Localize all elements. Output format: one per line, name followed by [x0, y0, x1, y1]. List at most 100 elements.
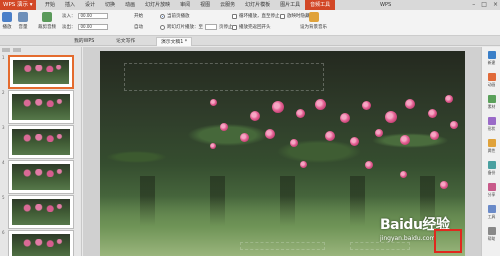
- trim-audio-button[interactable]: 裁剪音频: [38, 12, 56, 30]
- music-icon: [308, 12, 319, 22]
- toolbar-icon: [487, 73, 496, 81]
- menu-tab[interactable]: 幻灯片放映: [140, 0, 175, 10]
- fade-in-field: 淡入： 00.00: [62, 13, 108, 19]
- right-toolbar-item[interactable]: 备份: [482, 161, 500, 176]
- title-placeholder[interactable]: [124, 63, 324, 91]
- outline-view-tab[interactable]: [13, 48, 21, 52]
- option-loop[interactable]: 循环播放，直至停止: [232, 13, 280, 19]
- thumbnail-image: [12, 199, 70, 225]
- option-cross-slides[interactable]: 跨幻灯片播放：至 页停止: [160, 24, 233, 30]
- app-name: WPS 演示: [3, 2, 28, 8]
- rose-flower: [220, 123, 228, 131]
- toolbar-icon: [487, 205, 496, 213]
- slide-thumbnail[interactable]: [8, 230, 74, 256]
- slide-thumbnail[interactable]: [8, 160, 74, 194]
- slide-thumbnail-row: 4: [2, 160, 74, 194]
- minimize-icon[interactable]: –: [472, 0, 475, 10]
- option-rewind[interactable]: 播放完返回开头: [232, 24, 271, 30]
- menu-tab[interactable]: 动画: [120, 0, 140, 10]
- menu-tab[interactable]: 视图: [195, 0, 215, 10]
- tab-presentation[interactable]: 演示文稿1 *: [156, 37, 193, 46]
- play-button[interactable]: 播放: [2, 12, 12, 30]
- page-number-placeholder[interactable]: [350, 242, 410, 250]
- menu-tab[interactable]: 幻灯片模板: [240, 0, 275, 10]
- menu-tabs: 开始 插入 设计 切换 动画 幻灯片放映 审阅 视图 云服务 幻灯片模板 图片工具 音频工具: [40, 0, 336, 10]
- start-mode-select[interactable]: 自动: [134, 24, 143, 30]
- toolbar-label: 属性: [487, 148, 496, 153]
- app-menu-button[interactable]: WPS 演示 ▾: [0, 0, 36, 10]
- right-toolbar-item[interactable]: 新建: [482, 51, 500, 66]
- volume-button[interactable]: 音量: [18, 12, 28, 30]
- maximize-icon[interactable]: □: [481, 0, 487, 10]
- rose-flower: [400, 171, 407, 178]
- stop-page-input[interactable]: [205, 24, 217, 30]
- checkbox-loop[interactable]: [232, 13, 237, 19]
- thumbnail-image: [12, 234, 70, 256]
- close-icon[interactable]: ×: [493, 0, 498, 10]
- window-controls: – □ ×: [472, 0, 498, 10]
- rose-flower: [340, 113, 350, 123]
- rose-flower: [400, 135, 410, 145]
- right-toolbar-item[interactable]: 分享: [482, 183, 500, 198]
- menu-tab[interactable]: 插入: [60, 0, 80, 10]
- right-toolbar-item[interactable]: 帮助: [482, 227, 500, 242]
- document-tabs: 我的WPS 论文写作 演示文稿1 *: [0, 36, 500, 46]
- toolbar-label: 素材: [487, 104, 496, 109]
- checkbox-rewind[interactable]: [232, 24, 237, 30]
- slide-thumbnail[interactable]: [8, 90, 74, 124]
- rose-flower: [290, 139, 298, 147]
- toolbar-label: 新建: [487, 60, 496, 65]
- slide-thumbnail[interactable]: [8, 195, 74, 229]
- rose-flower: [265, 129, 275, 139]
- menu-tab[interactable]: 设计: [80, 0, 100, 10]
- thumbnail-image: [12, 94, 70, 120]
- rose-flower: [350, 137, 359, 146]
- menu-tab[interactable]: 图片工具: [275, 0, 305, 10]
- toolbar-icon: [487, 161, 496, 169]
- set-background-music-button[interactable]: 设为背景音乐: [300, 12, 327, 30]
- fade-out-field: 淡出： 00.00: [62, 24, 108, 30]
- thumbnail-view-tab[interactable]: [2, 48, 10, 52]
- slide-thumbnail[interactable]: [8, 55, 74, 89]
- rose-flower: [210, 99, 217, 106]
- menu-tab[interactable]: 切换: [100, 0, 120, 10]
- tab-paper[interactable]: 论文写作: [112, 37, 139, 46]
- toolbar-label: 分享: [487, 192, 496, 197]
- thumbnail-image: [12, 129, 70, 155]
- right-toolbar-item[interactable]: 动画: [482, 73, 500, 88]
- fade-out-input[interactable]: 00.00: [77, 24, 108, 30]
- rose-flower: [250, 111, 260, 121]
- radio-cross-slides[interactable]: [160, 24, 165, 30]
- right-toolbar-item[interactable]: 属性: [482, 139, 500, 154]
- slide-thumbnail-row: 6: [2, 230, 74, 256]
- right-toolbar-item[interactable]: 工具: [482, 205, 500, 220]
- tab-my-wps[interactable]: 我的WPS: [70, 37, 98, 46]
- toolbar-icon: [487, 51, 496, 59]
- wps-account-badge[interactable]: WPS: [380, 0, 391, 10]
- radio-current-page[interactable]: [160, 13, 165, 19]
- toolbar-icon: [487, 227, 496, 235]
- play-icon: [2, 12, 12, 22]
- menu-tab[interactable]: 开始: [40, 0, 60, 10]
- toolbar-label: 工具: [487, 214, 496, 219]
- right-toolbar-item[interactable]: 形状: [482, 117, 500, 132]
- toolbar-icon: [487, 95, 496, 103]
- fade-in-input[interactable]: 00.00: [77, 13, 108, 19]
- menu-tab[interactable]: 审阅: [175, 0, 195, 10]
- thumbnail-view-tabs: [0, 47, 81, 53]
- slide-thumbnails-panel: 123456: [0, 47, 82, 256]
- toolbar-label: 形状: [487, 126, 496, 131]
- right-toolbar-item[interactable]: 素材: [482, 95, 500, 110]
- option-current-page[interactable]: 当前页播放: [160, 13, 190, 19]
- highlight-box: [434, 229, 462, 253]
- rose-flower: [296, 109, 305, 118]
- ribbon-audio-tools: 播放 音量 裁剪音频 淡入： 00.00 淡出： 00.00 开始 自动 当前页…: [0, 10, 500, 36]
- slide-thumbnail[interactable]: [8, 125, 74, 159]
- thumbnail-image: [12, 164, 70, 190]
- checkbox-hide[interactable]: [280, 13, 285, 19]
- rose-flower: [325, 131, 335, 141]
- slide-thumbnail-row: 5: [2, 195, 74, 229]
- footer-placeholder[interactable]: [240, 242, 325, 250]
- menu-tab[interactable]: 云服务: [215, 0, 240, 10]
- menu-tab[interactable]: 音频工具: [305, 0, 336, 10]
